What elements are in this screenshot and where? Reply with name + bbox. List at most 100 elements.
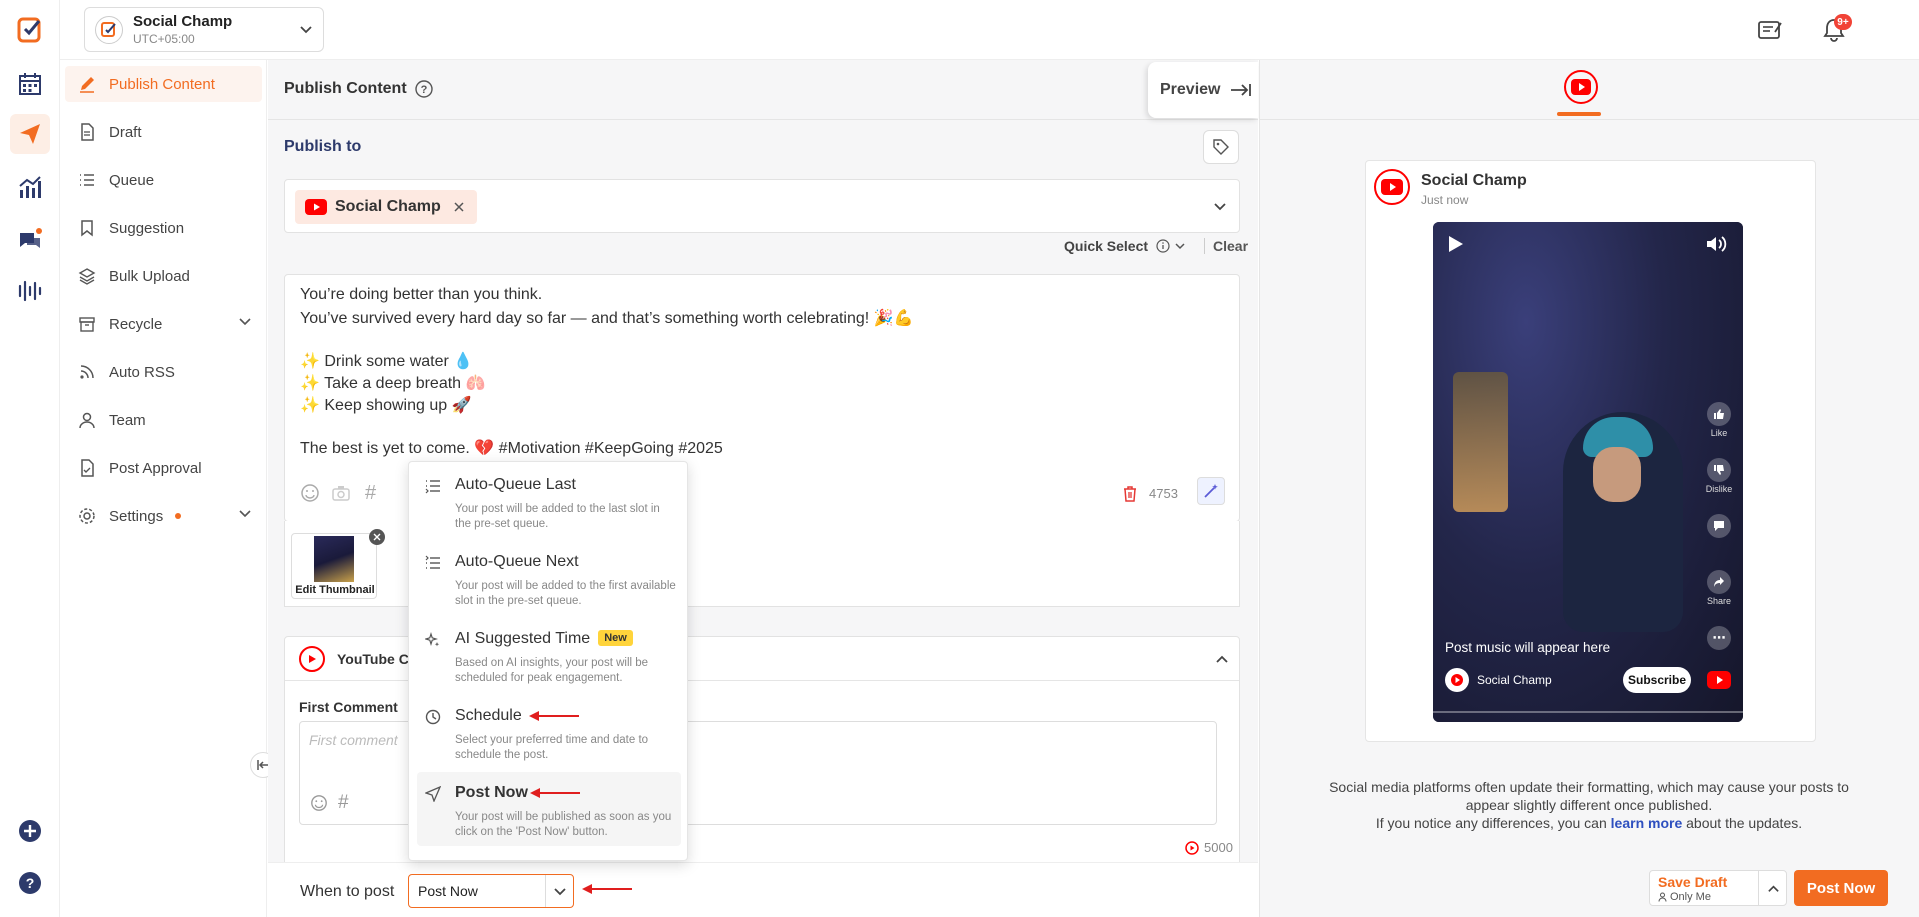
video-thumbnail[interactable]: Edit Thumbnail bbox=[291, 533, 377, 599]
remove-media-icon[interactable] bbox=[369, 529, 385, 545]
chevron-down-icon[interactable] bbox=[1213, 200, 1227, 214]
help-question-icon[interactable]: ? bbox=[414, 80, 433, 98]
volume-icon[interactable] bbox=[1705, 234, 1727, 254]
settings-alert-dot bbox=[175, 513, 182, 519]
caption-line: ✨ Keep showing up 🚀 bbox=[300, 397, 472, 414]
account-switcher[interactable]: Social Champ UTC+05:00 bbox=[84, 7, 324, 52]
menu-item-post-now[interactable]: Post Now Your post will be published as … bbox=[417, 772, 681, 846]
save-draft-button[interactable]: Save Draft Only Me bbox=[1649, 870, 1787, 906]
top-bar: Social Champ UTC+05:00 9+ bbox=[60, 0, 1919, 60]
when-to-post-select[interactable]: Post Now bbox=[408, 874, 574, 908]
sidebar-item-team[interactable]: Team bbox=[65, 402, 262, 438]
remove-account-icon[interactable] bbox=[453, 201, 465, 213]
new-badge: New bbox=[598, 630, 633, 646]
info-icon bbox=[1156, 239, 1170, 253]
archive-box-icon bbox=[77, 314, 97, 334]
quick-select[interactable]: Quick Select bbox=[1064, 238, 1186, 254]
publish-icon[interactable] bbox=[10, 114, 50, 154]
chevron-up-icon[interactable] bbox=[1767, 882, 1780, 895]
menu-item-auto-queue-next[interactable]: Auto-Queue Next Your post will be added … bbox=[417, 541, 681, 615]
learn-more-link[interactable]: learn more bbox=[1611, 815, 1683, 831]
sidebar-item-label: Settings bbox=[109, 507, 164, 525]
preview-toggle-button[interactable]: Preview bbox=[1148, 62, 1258, 118]
short-video-preview[interactable]: Like Dislike Share ⋯ Post music will app… bbox=[1433, 222, 1743, 722]
hashtag-icon[interactable]: # bbox=[338, 792, 349, 814]
post-preview-card: Social Champ Just now Like Dislike Share… bbox=[1365, 160, 1816, 742]
post-now-button[interactable]: Post Now bbox=[1794, 870, 1888, 906]
emoji-icon[interactable] bbox=[300, 483, 320, 503]
list-end-icon bbox=[425, 478, 441, 494]
menu-item-ai-suggested-time[interactable]: AI Suggested Time New Based on AI insight… bbox=[417, 618, 681, 692]
menu-item-description: Your post will be published as soon as y… bbox=[455, 811, 672, 838]
trash-icon[interactable] bbox=[1122, 485, 1138, 503]
sidebar-item-suggestion[interactable]: Suggestion bbox=[65, 210, 262, 246]
sidebar-item-settings[interactable]: Settings bbox=[65, 498, 262, 534]
emoji-icon[interactable] bbox=[310, 794, 328, 812]
sidebar-item-recycle[interactable]: Recycle bbox=[65, 306, 262, 342]
share-icon[interactable] bbox=[1707, 570, 1731, 594]
analytics-icon[interactable] bbox=[14, 172, 46, 204]
quick-select-label: Quick Select bbox=[1064, 238, 1149, 254]
sparkle-icon bbox=[425, 632, 441, 648]
more-icon[interactable]: ⋯ bbox=[1707, 626, 1731, 650]
chevron-down-icon bbox=[238, 315, 252, 329]
tag-icon bbox=[1212, 138, 1230, 156]
sidebar-item-auto-rss[interactable]: Auto RSS bbox=[65, 354, 262, 390]
account-logo-icon bbox=[95, 15, 123, 44]
disclaimer-prefix: If you notice any differences, you can bbox=[1375, 815, 1611, 831]
first-comment-placeholder: First comment bbox=[309, 732, 398, 748]
menu-item-schedule[interactable]: Schedule Select your preferred time and … bbox=[417, 695, 681, 769]
chevron-up-icon[interactable] bbox=[1215, 652, 1229, 666]
play-icon[interactable] bbox=[1447, 234, 1465, 254]
menu-item-description: Select your preferred time and date to s… bbox=[455, 734, 649, 761]
annotation-arrowhead bbox=[582, 884, 592, 894]
editor-header: Publish Content ? Preview bbox=[268, 60, 1258, 120]
preview-disclaimer: Social media platforms often update thei… bbox=[1319, 778, 1859, 832]
chevron-down-icon bbox=[238, 507, 252, 521]
caption-line: You’ve survived every hard day so far — … bbox=[300, 310, 914, 327]
active-tab-underline bbox=[1557, 112, 1601, 116]
share-label: Share bbox=[1706, 596, 1732, 606]
sidebar-item-publish-content[interactable]: Publish Content bbox=[65, 66, 262, 102]
account-timezone: UTC+05:00 bbox=[133, 32, 195, 46]
engage-chat-icon[interactable] bbox=[14, 224, 46, 256]
camera-icon[interactable] bbox=[331, 483, 351, 503]
menu-item-title: Post Now bbox=[455, 784, 528, 801]
chevron-down-icon bbox=[299, 23, 313, 37]
sidebar-item-label: Team bbox=[109, 411, 146, 429]
clear-link[interactable]: Clear bbox=[1204, 238, 1248, 254]
comment-count-value: 5000 bbox=[1204, 840, 1233, 855]
annotation-arrowhead bbox=[530, 788, 540, 798]
add-circle-icon[interactable] bbox=[14, 815, 46, 847]
preview-divider bbox=[1259, 60, 1260, 917]
selected-account-name: Social Champ bbox=[335, 198, 441, 215]
comment-icon[interactable] bbox=[1707, 514, 1731, 538]
channel-name: Social Champ bbox=[1477, 673, 1552, 687]
sidebar-item-draft[interactable]: Draft bbox=[65, 114, 262, 150]
like-icon[interactable] bbox=[1707, 402, 1731, 426]
youtube-icon bbox=[1185, 840, 1199, 855]
preview-account-name: Social Champ bbox=[1421, 172, 1527, 189]
notes-icon[interactable] bbox=[1757, 17, 1783, 43]
sidebar-item-post-approval[interactable]: Post Approval bbox=[65, 450, 262, 486]
subscribe-button[interactable]: Subscribe bbox=[1623, 667, 1691, 693]
listening-waveform-icon[interactable] bbox=[14, 275, 46, 307]
edit-thumbnail-label[interactable]: Edit Thumbnail bbox=[292, 584, 376, 596]
tag-button[interactable] bbox=[1203, 130, 1239, 164]
preview-tab-youtube[interactable] bbox=[1557, 70, 1601, 116]
sidebar-item-label: Publish Content bbox=[109, 75, 215, 93]
sidebar-item-bulk-upload[interactable]: Bulk Upload bbox=[65, 258, 262, 294]
user-icon bbox=[1658, 892, 1667, 902]
help-circle-icon[interactable]: ? bbox=[14, 867, 46, 899]
sidebar-item-queue[interactable]: Queue bbox=[65, 162, 262, 198]
music-text: Post music will appear here bbox=[1445, 640, 1611, 655]
youtube-icon bbox=[1564, 70, 1598, 104]
gear-icon bbox=[77, 506, 97, 526]
social-champ-logo-icon[interactable] bbox=[14, 14, 46, 46]
ai-magic-wand-icon[interactable] bbox=[1197, 477, 1225, 505]
account-selector[interactable]: Social Champ bbox=[284, 179, 1240, 233]
calendar-icon[interactable] bbox=[14, 68, 46, 100]
hashtag-icon[interactable]: # bbox=[365, 482, 376, 505]
menu-item-auto-queue-last[interactable]: Auto-Queue Last Your post will be added … bbox=[417, 464, 681, 538]
dislike-icon[interactable] bbox=[1707, 458, 1731, 482]
